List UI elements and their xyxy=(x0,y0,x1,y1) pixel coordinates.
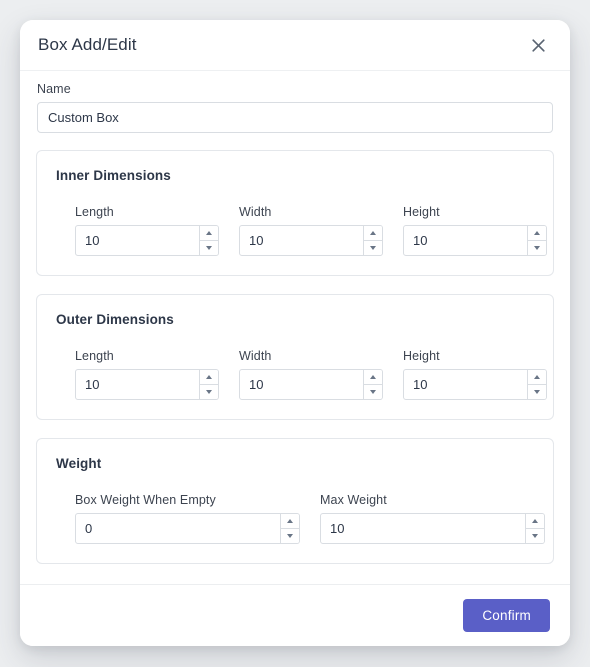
modal-body[interactable]: Name Inner Dimensions Length xyxy=(20,70,570,584)
box-weight-empty-decrement-button[interactable] xyxy=(281,528,299,543)
outer-width-group: Width xyxy=(239,349,383,400)
outer-width-label: Width xyxy=(239,349,272,363)
inner-height-increment-button[interactable] xyxy=(528,226,546,241)
box-weight-empty-stepper[interactable] xyxy=(75,513,300,544)
inner-height-input[interactable] xyxy=(403,225,528,256)
inner-height-decrement-button[interactable] xyxy=(528,240,546,255)
outer-length-stepper-buttons xyxy=(200,369,219,400)
modal-footer: Confirm xyxy=(20,584,570,646)
chevron-up-icon xyxy=(370,374,376,379)
inner-length-stepper[interactable] xyxy=(75,225,219,256)
chevron-up-icon xyxy=(532,518,538,523)
outer-length-input[interactable] xyxy=(75,369,200,400)
outer-width-input[interactable] xyxy=(239,369,364,400)
chevron-up-icon xyxy=(534,230,540,235)
outer-height-stepper[interactable] xyxy=(403,369,547,400)
inner-width-decrement-button[interactable] xyxy=(364,240,382,255)
max-weight-group: Max Weight xyxy=(320,493,545,544)
outer-dimensions-section: Outer Dimensions Length 10 Width 10 Heig… xyxy=(36,294,554,420)
chevron-down-icon xyxy=(532,533,538,538)
outer-length-label: Length xyxy=(75,349,114,363)
confirm-button[interactable]: Confirm xyxy=(463,599,550,632)
chevron-down-icon xyxy=(206,245,212,250)
inner-height-group: Height xyxy=(403,205,547,256)
name-label: Name xyxy=(37,82,71,96)
outer-height-increment-button[interactable] xyxy=(528,370,546,385)
inner-dimensions-fields: Length 10 Width 10 Height 10 xyxy=(56,205,547,256)
inner-dimensions-title: Inner Dimensions xyxy=(56,168,171,183)
inner-dimensions-section: Inner Dimensions Length 10 Width 10 Heig… xyxy=(36,150,554,276)
chevron-down-icon xyxy=(370,389,376,394)
inner-length-group: Length xyxy=(75,205,219,256)
outer-width-stepper[interactable] xyxy=(239,369,383,400)
inner-length-increment-button[interactable] xyxy=(200,226,218,241)
inner-width-stepper-buttons xyxy=(364,225,383,256)
chevron-up-icon xyxy=(206,374,212,379)
chevron-up-icon xyxy=(206,230,212,235)
max-weight-label: Max Weight xyxy=(320,493,387,507)
inner-width-group: Width xyxy=(239,205,383,256)
outer-length-decrement-button[interactable] xyxy=(200,384,218,399)
max-weight-decrement-button[interactable] xyxy=(526,528,544,543)
chevron-down-icon xyxy=(534,389,540,394)
chevron-down-icon xyxy=(534,245,540,250)
outer-length-increment-button[interactable] xyxy=(200,370,218,385)
inner-width-label: Width xyxy=(239,205,272,219)
outer-height-label: Height xyxy=(403,349,440,363)
outer-height-input[interactable] xyxy=(403,369,528,400)
modal-header: Box Add/Edit xyxy=(20,20,570,70)
chevron-down-icon xyxy=(206,389,212,394)
max-weight-stepper[interactable] xyxy=(320,513,545,544)
box-add-edit-modal: Box Add/Edit Name Inner Dimensions Lengt… xyxy=(20,20,570,646)
close-icon[interactable] xyxy=(523,30,553,60)
inner-length-decrement-button[interactable] xyxy=(200,240,218,255)
inner-width-stepper[interactable] xyxy=(239,225,383,256)
box-weight-empty-group: Box Weight When Empty xyxy=(75,493,300,544)
outer-height-stepper-buttons xyxy=(528,369,547,400)
name-field-group: Name xyxy=(36,82,554,133)
box-weight-empty-input[interactable] xyxy=(75,513,281,544)
max-weight-input[interactable] xyxy=(320,513,526,544)
inner-height-label: Height xyxy=(403,205,440,219)
chevron-down-icon xyxy=(287,533,293,538)
max-weight-stepper-buttons xyxy=(526,513,545,544)
outer-width-decrement-button[interactable] xyxy=(364,384,382,399)
outer-dimensions-title: Outer Dimensions xyxy=(56,312,174,327)
weight-title: Weight xyxy=(56,456,102,471)
chevron-down-icon xyxy=(370,245,376,250)
weight-fields: Box Weight When Empty 0 Max Weight 10 xyxy=(56,493,545,544)
inner-length-stepper-buttons xyxy=(200,225,219,256)
page-background: Box Add/Edit Name Inner Dimensions Lengt… xyxy=(0,0,590,667)
outer-height-group: Height xyxy=(403,349,547,400)
box-weight-empty-stepper-buttons xyxy=(281,513,300,544)
weight-section: Weight Box Weight When Empty 0 Max Weigh… xyxy=(36,438,554,564)
inner-length-label: Length xyxy=(75,205,114,219)
outer-height-decrement-button[interactable] xyxy=(528,384,546,399)
modal-title: Box Add/Edit xyxy=(38,35,137,54)
outer-width-increment-button[interactable] xyxy=(364,370,382,385)
outer-dimensions-fields: Length 10 Width 10 Height 10 xyxy=(56,349,547,400)
outer-length-group: Length xyxy=(75,349,219,400)
box-weight-empty-increment-button[interactable] xyxy=(281,514,299,529)
inner-height-stepper-buttons xyxy=(528,225,547,256)
inner-width-increment-button[interactable] xyxy=(364,226,382,241)
inner-length-input[interactable] xyxy=(75,225,200,256)
chevron-up-icon xyxy=(534,374,540,379)
outer-length-stepper[interactable] xyxy=(75,369,219,400)
max-weight-increment-button[interactable] xyxy=(526,514,544,529)
chevron-up-icon xyxy=(370,230,376,235)
inner-height-stepper[interactable] xyxy=(403,225,547,256)
box-weight-empty-label: Box Weight When Empty xyxy=(75,493,216,507)
inner-width-input[interactable] xyxy=(239,225,364,256)
chevron-up-icon xyxy=(287,518,293,523)
name-input[interactable] xyxy=(37,102,553,133)
outer-width-stepper-buttons xyxy=(364,369,383,400)
